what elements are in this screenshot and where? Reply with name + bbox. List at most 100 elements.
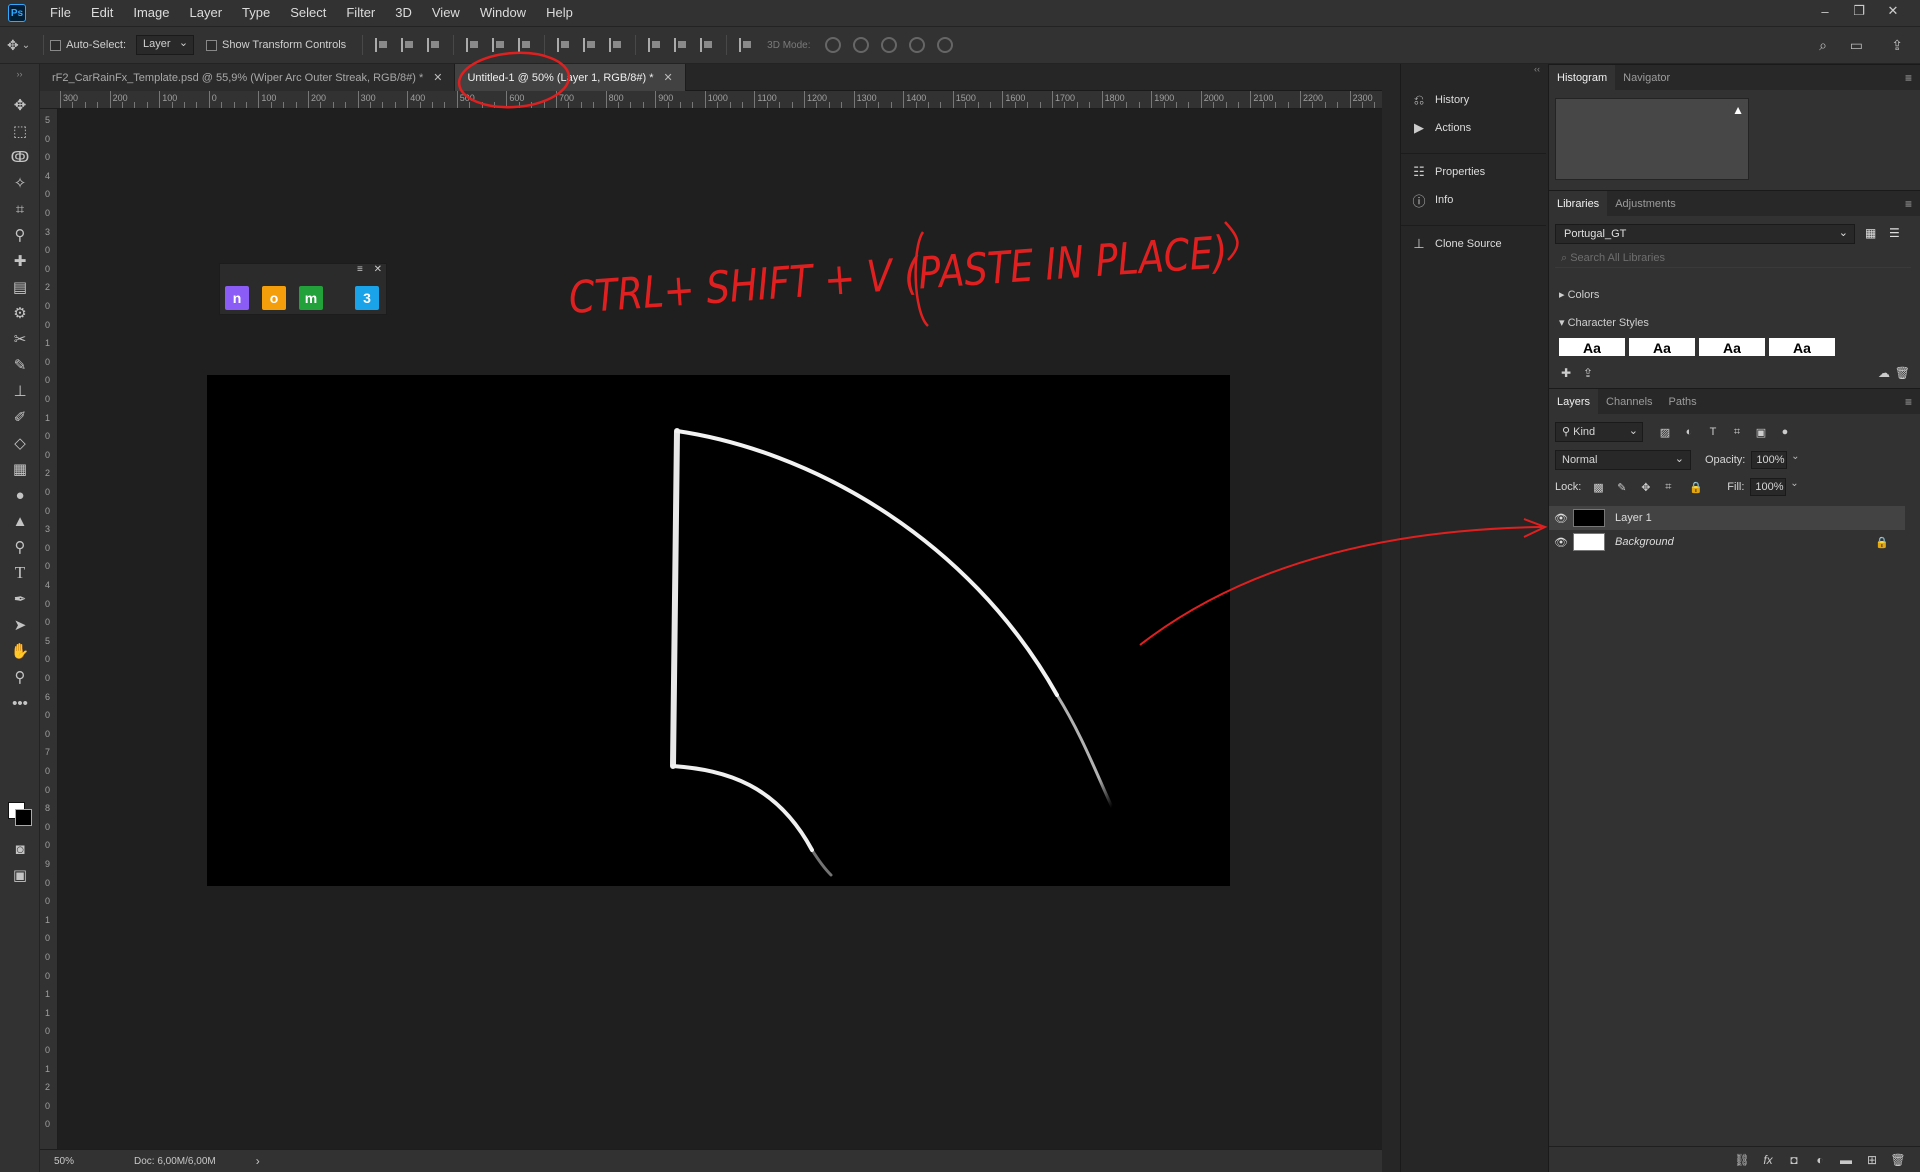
lock-position-icon[interactable]: ✥ <box>1641 481 1653 494</box>
share-icon[interactable]: ⇪ <box>1891 37 1903 54</box>
chevron-down-icon[interactable]: ⌄ <box>1788 478 1800 496</box>
menu-filter[interactable]: Filter <box>336 0 385 26</box>
list-view-icon[interactable]: ☰ <box>1889 226 1903 240</box>
panel-menu-icon[interactable]: ≡ <box>1905 191 1912 217</box>
menu-type[interactable]: Type <box>232 0 280 26</box>
menu-edit[interactable]: Edit <box>81 0 123 26</box>
chevron-down-icon[interactable]: ⌄ <box>1789 451 1801 469</box>
dock-item-info[interactable]: ⓘ Info <box>1401 186 1546 214</box>
filter-toggle-icon[interactable]: ● <box>1779 426 1791 438</box>
lock-artboard-icon[interactable]: ⌗ <box>1665 481 1677 493</box>
3d-slide-icon[interactable] <box>908 37 925 53</box>
restore-button[interactable]: ❐ <box>1842 3 1876 19</box>
3d-orbit-icon[interactable] <box>824 37 841 53</box>
dock-item-history[interactable]: ⎌ History <box>1401 86 1546 114</box>
lock-icon[interactable]: 🔒 <box>1875 536 1889 549</box>
menu-select[interactable]: Select <box>280 0 336 26</box>
plugin-m-icon[interactable]: m <box>299 286 323 310</box>
distribute-horizontal-center-icon[interactable] <box>674 38 688 52</box>
auto-align-icon[interactable] <box>739 38 753 52</box>
shape-filter-icon[interactable]: ⌗ <box>1731 426 1743 438</box>
close-icon[interactable]: ✕ <box>374 264 382 275</box>
gradient-tool-icon[interactable]: ▦ <box>0 456 40 482</box>
path-selection-tool-icon[interactable]: ➤ <box>0 612 40 638</box>
creative-cloud-icon[interactable]: ☁ <box>1878 366 1890 380</box>
align-horizontal-center-icon[interactable] <box>492 38 506 52</box>
3d-scale-icon[interactable] <box>936 37 953 53</box>
3d-roll-icon[interactable] <box>852 37 869 53</box>
align-left-icon[interactable] <box>466 38 480 52</box>
healing-brush-tool-icon[interactable]: ✚ <box>0 248 40 274</box>
vertical-ruler[interactable]: 5 0 0 4 0 0 3 0 0 2 0 0 1 0 0 0 1 0 0 2 0 0 3 0 0 4 0 0 5 0 0 6 0 0 7 0 0 8 0 0… <box>40 109 58 1149</box>
lock-all-icon[interactable]: 🔒 <box>1689 481 1703 494</box>
history-brush-tool-icon[interactable]: ✐ <box>0 404 40 430</box>
new-layer-icon[interactable]: ⊞ <box>1859 1153 1885 1167</box>
tool-preset-dropdown-icon[interactable]: ⌄ <box>22 40 30 51</box>
grid-view-icon[interactable]: ▦ <box>1865 226 1879 240</box>
close-icon[interactable]: ✕ <box>433 71 442 84</box>
distribute-bottom-icon[interactable] <box>609 38 623 52</box>
3d-pan-icon[interactable] <box>880 37 897 53</box>
distribute-top-icon[interactable] <box>557 38 571 52</box>
layer-style-icon[interactable]: fx <box>1755 1153 1781 1167</box>
adjustment-layer-icon[interactable]: ◐ <box>1807 1153 1833 1167</box>
move-tool-icon[interactable]: ✥ <box>0 92 40 118</box>
panel-menu-icon[interactable]: ≡ <box>1905 65 1912 91</box>
scissors-tool-icon[interactable]: ✂ <box>0 326 40 352</box>
library-search-input[interactable]: ⌕ Search All Libraries <box>1555 250 1911 268</box>
visibility-eye-icon[interactable]: 👁 <box>1549 512 1573 525</box>
tab-navigator[interactable]: Navigator <box>1615 65 1678 91</box>
layer-kind-filter-dropdown[interactable]: ⚲ Kind <box>1555 422 1643 442</box>
type-tool-icon[interactable]: T <box>0 560 40 586</box>
layer-row-layer-1[interactable]: 👁 Layer 1 <box>1549 506 1905 530</box>
menu-3d[interactable]: 3D <box>385 0 422 26</box>
clone-stamp-tool-icon[interactable]: ⊥ <box>0 378 40 404</box>
auto-select-target-dropdown[interactable]: Layer <box>136 35 195 55</box>
marquee-tool-icon[interactable]: ⬚ <box>0 118 40 144</box>
workspace-icon[interactable]: ▭ <box>1850 37 1863 54</box>
trash-icon[interactable]: 🗑 <box>1885 1153 1911 1167</box>
type-filter-icon[interactable]: T <box>1707 426 1719 438</box>
menu-window[interactable]: Window <box>470 0 536 26</box>
align-right-icon[interactable] <box>518 38 532 52</box>
move-tool-icon[interactable]: ✥ <box>7 37 19 54</box>
dock-item-actions[interactable]: ▶ Actions <box>1401 114 1546 142</box>
dock-item-clone-source[interactable]: ⊥ Clone Source <box>1401 230 1546 258</box>
document-canvas[interactable] <box>207 375 1230 886</box>
patch-tool-icon[interactable]: ⚙ <box>0 300 40 326</box>
trash-icon[interactable]: 🗑 <box>1895 366 1910 380</box>
quick-mask-icon[interactable]: ◙ <box>0 836 40 862</box>
zoom-level[interactable]: 50% <box>54 1156 114 1167</box>
layer-row-background[interactable]: 👁 Background 🔒 <box>1549 530 1905 554</box>
collapse-dock-icon[interactable]: ‹‹ <box>1401 64 1546 86</box>
eyedropper-tool-icon[interactable]: ⚲ <box>0 222 40 248</box>
menu-file[interactable]: File <box>40 0 81 26</box>
warning-icon[interactable]: ▲ <box>1732 103 1744 117</box>
dodge-tool-icon[interactable]: ⚲ <box>0 534 40 560</box>
align-top-icon[interactable] <box>375 38 389 52</box>
menu-help[interactable]: Help <box>536 0 583 26</box>
pen-tool-icon[interactable]: ✒ <box>0 586 40 612</box>
distribute-vertical-center-icon[interactable] <box>583 38 597 52</box>
character-style-thumbnail[interactable]: Aa <box>1699 338 1765 356</box>
align-bottom-icon[interactable] <box>427 38 441 52</box>
tab-document-2[interactable]: Untitled-1 @ 50% (Layer 1, RGB/8#) * ✕ <box>455 64 686 91</box>
upload-icon[interactable]: ⇪ <box>1583 366 1593 380</box>
opacity-input[interactable]: 100% <box>1751 451 1788 469</box>
menu-layer[interactable]: Layer <box>180 0 233 26</box>
screen-mode-icon[interactable]: ▣ <box>0 862 40 888</box>
crop-tool-icon[interactable]: ⌗ <box>0 196 40 222</box>
smart-object-filter-icon[interactable]: ▣ <box>1755 426 1767 439</box>
character-style-thumbnail[interactable]: Aa <box>1559 338 1625 356</box>
tab-histogram[interactable]: Histogram <box>1549 64 1616 91</box>
auto-select-checkbox[interactable] <box>50 39 62 51</box>
zoom-tool-icon[interactable]: ⚲ <box>0 664 40 690</box>
eraser-tool-icon[interactable]: ◇ <box>0 430 40 456</box>
search-icon[interactable]: ⌕ <box>1819 37 1827 54</box>
minimize-button[interactable]: – <box>1808 4 1842 19</box>
distribute-left-icon[interactable] <box>648 38 662 52</box>
plugin-n-icon[interactable]: n <box>225 286 249 310</box>
close-icon[interactable]: ✕ <box>664 71 673 84</box>
blur-tool-icon[interactable]: ● <box>0 482 40 508</box>
lock-image-icon[interactable]: ✎ <box>1617 481 1629 494</box>
